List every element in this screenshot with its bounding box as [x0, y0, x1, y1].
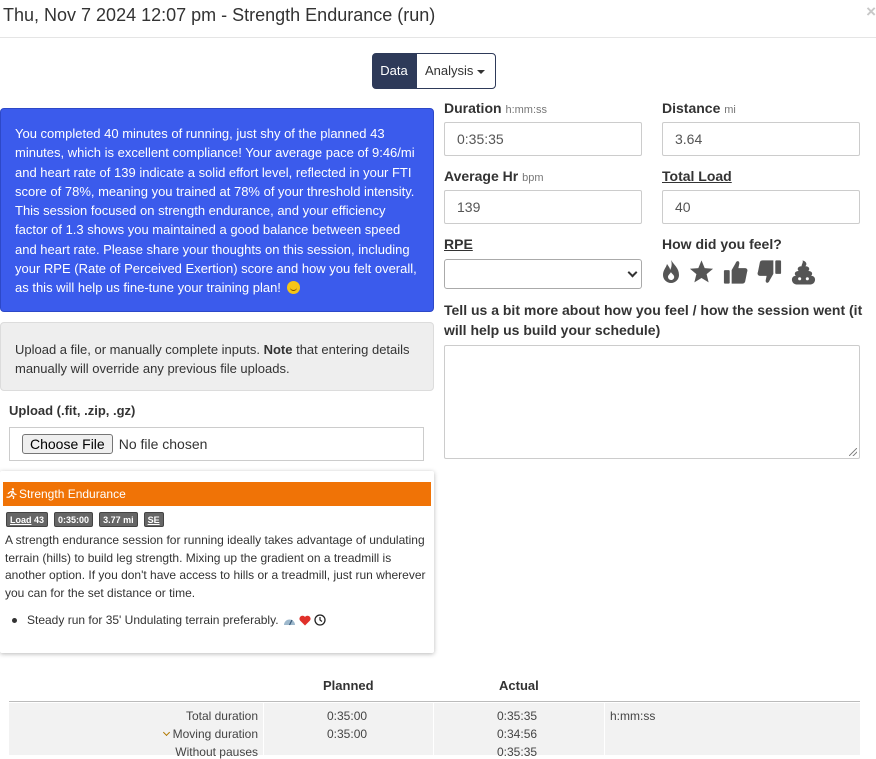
rpe-label[interactable]: RPE	[444, 236, 473, 252]
column-divider	[604, 703, 605, 755]
workout-step: Steady run for 35' Undulating terrain pr…	[12, 613, 326, 627]
clock-icon	[313, 614, 326, 626]
planned-header: Planned	[323, 678, 374, 693]
total-load-label[interactable]: Total Load	[662, 168, 732, 184]
actual-moving-duration: 0:34:56	[497, 727, 538, 741]
analysis-dropdown-button[interactable]: Analysis	[416, 53, 496, 89]
upload-label: Upload (.fit, .zip, .gz)	[9, 403, 136, 418]
feel-label: How did you feel?	[662, 236, 782, 252]
column-divider	[263, 703, 264, 755]
duration-input[interactable]: 0:35:35	[444, 122, 642, 156]
unit-total-duration: h:mm:ss	[610, 709, 656, 723]
workout-step-text: Steady run for 35' Undulating terrain pr…	[27, 613, 279, 627]
chevron-down-icon[interactable]	[162, 728, 170, 737]
badge-load-value: 43	[34, 515, 45, 525]
workout-title: Strength Endurance	[19, 487, 126, 501]
close-icon[interactable]: ×	[866, 2, 876, 22]
badge-load-label: Load	[10, 515, 32, 525]
thumbs-down-icon[interactable]	[756, 257, 783, 287]
duration-label: Duration h:mm:ss	[444, 100, 547, 116]
analysis-label: Analysis	[425, 63, 474, 78]
avg-hr-label: Average Hr bpm	[444, 168, 543, 184]
avg-hr-label-text: Average Hr	[444, 168, 519, 184]
actual-total-duration: 0:35:35	[497, 709, 538, 723]
duration-label-text: Duration	[444, 100, 502, 116]
total-load-input[interactable]: 40	[662, 190, 860, 224]
poop-icon[interactable]	[790, 257, 817, 287]
modal-title: Thu, Nov 7 2024 12:07 pm - Strength Endu…	[3, 5, 436, 25]
badge-load: Load 43	[6, 512, 49, 527]
ai-summary-box: You completed 40 minutes of running, jus…	[0, 108, 434, 312]
row-label-without-pauses: Without pauses	[175, 745, 258, 759]
moving-duration-text: Moving duration	[172, 727, 258, 741]
ai-summary-text: You completed 40 minutes of running, jus…	[15, 126, 417, 296]
badge-type: SE	[143, 512, 164, 527]
badge-duration: 0:35:00	[54, 512, 94, 527]
rpe-select[interactable]	[444, 259, 642, 289]
bullet	[12, 617, 17, 623]
actual-header: Actual	[499, 678, 539, 693]
avg-hr-input[interactable]: 139	[444, 190, 642, 224]
fire-icon[interactable]	[661, 257, 681, 287]
duration-unit: h:mm:ss	[505, 104, 548, 116]
caret-down-icon	[477, 69, 486, 74]
planned-moving-duration: 0:35:00	[327, 727, 368, 741]
chevron-down-icon	[627, 267, 638, 278]
upload-note: Upload a file, or manually complete inpu…	[0, 322, 434, 391]
modal-header: Thu, Nov 7 2024 12:07 pm - Strength Endu…	[0, 0, 876, 38]
row-label-moving-duration[interactable]: Moving duration	[8, 727, 258, 741]
upload-note-bold: Note	[263, 342, 293, 357]
data-tab-button[interactable]: Data	[372, 53, 416, 89]
workout-description: A strength endurance session for running…	[5, 533, 426, 601]
table-divider	[9, 701, 860, 702]
view-toggle: Data Analysis	[372, 53, 496, 89]
runner-icon	[6, 488, 17, 499]
distance-input[interactable]: 3.64	[662, 122, 860, 156]
distance-label: Distance mi	[662, 100, 736, 116]
actual-without-pauses: 0:35:35	[497, 745, 538, 759]
gauge-icon	[283, 619, 295, 625]
resize-handle-icon[interactable]	[849, 448, 857, 456]
workout-card: Strength Endurance Load 43 0:35:00 3.77 …	[0, 471, 434, 653]
distance-unit: mi	[724, 104, 736, 116]
file-upload-input[interactable]: Choose File No file chosen	[9, 427, 424, 461]
notes-textarea[interactable]	[444, 345, 860, 459]
row-label-total-duration: Total duration	[185, 709, 258, 723]
workout-header: Strength Endurance	[3, 482, 431, 506]
feel-icon-group	[661, 257, 817, 287]
distance-label-text: Distance	[662, 100, 721, 116]
planned-total-duration: 0:35:00	[327, 709, 368, 723]
file-status: No file chosen	[118, 436, 208, 452]
star-icon[interactable]	[688, 257, 715, 287]
upload-note-prefix: Upload a file, or manually complete inpu…	[15, 342, 264, 357]
smile-emoji-icon	[286, 281, 300, 295]
badge-distance: 3.77 mi	[99, 512, 138, 527]
heart-icon	[298, 615, 311, 625]
avg-hr-unit: bpm	[522, 172, 544, 184]
choose-file-button[interactable]: Choose File	[22, 434, 113, 454]
workout-badges: Load 43 0:35:00 3.77 mi SE	[6, 512, 164, 527]
notes-label: Tell us a bit more about how you feel / …	[444, 302, 863, 338]
column-divider	[433, 703, 434, 755]
thumbs-up-icon[interactable]	[722, 257, 749, 287]
